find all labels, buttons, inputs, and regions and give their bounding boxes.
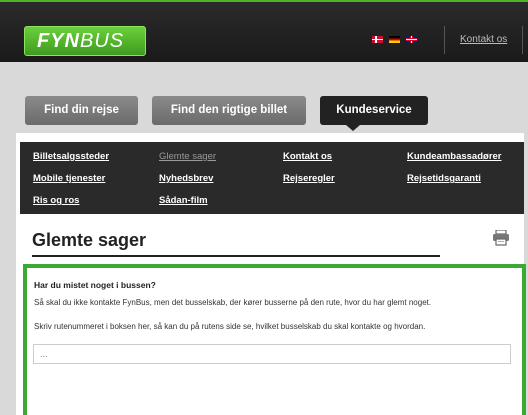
kundeservice-submenu: Billetsalgssteder Glemte sager Kontakt o… — [20, 142, 524, 214]
language-flags — [372, 36, 417, 43]
header-divider-right — [522, 26, 523, 54]
submenu-rejseregler[interactable]: Rejseregler — [283, 173, 335, 184]
submenu-rejsetidsgaranti[interactable]: Rejsetidsgaranti — [407, 173, 481, 184]
form-instruction-2: Skriv rutenummeret i boksen her, så kan … — [34, 322, 426, 331]
active-tab-indicator — [346, 125, 360, 131]
header-divider — [444, 26, 445, 54]
logo-thin: BUS — [80, 30, 125, 52]
tab-find-den-rigtige-billet[interactable]: Find den rigtige billet — [152, 96, 306, 125]
fynbus-logo[interactable]: FYNBUS — [24, 26, 146, 56]
submenu-kontakt-os[interactable]: Kontakt os — [283, 151, 332, 162]
dk-flag-icon[interactable] — [372, 36, 383, 43]
page-title: Glemte sager — [32, 230, 147, 250]
uk-flag-icon[interactable] — [406, 36, 417, 43]
tab-find-din-rejse[interactable]: Find din rejse — [25, 96, 138, 125]
top-header: FYNBUS Kontakt os — [0, 0, 528, 62]
title-underline — [32, 255, 440, 257]
submenu-saadan-film[interactable]: Sådan-film — [159, 195, 208, 206]
submenu-glemte-sager[interactable]: Glemte sager — [159, 151, 216, 162]
submenu-nyhedsbrev[interactable]: Nyhedsbrev — [159, 173, 213, 184]
submenu-ris-og-ros[interactable]: Ris og ros — [33, 195, 79, 206]
tab-kundeservice[interactable]: Kundeservice — [320, 96, 428, 125]
submenu-billetsalgssteder[interactable]: Billetsalgssteder — [33, 151, 109, 162]
logo-bold: FYN — [37, 30, 80, 52]
contact-link[interactable]: Kontakt os — [460, 34, 507, 45]
submenu-kundeambassadorer[interactable]: Kundeambassadører — [407, 151, 502, 162]
route-number-input[interactable] — [33, 344, 511, 364]
form-question: Har du mistet noget i bussen? — [34, 280, 156, 290]
form-instruction-1: Så skal du ikke kontakte FynBus, men det… — [34, 298, 432, 307]
de-flag-icon[interactable] — [389, 36, 400, 43]
print-icon[interactable] — [492, 230, 510, 246]
submenu-mobile-tjenester[interactable]: Mobile tjenester — [33, 173, 105, 184]
